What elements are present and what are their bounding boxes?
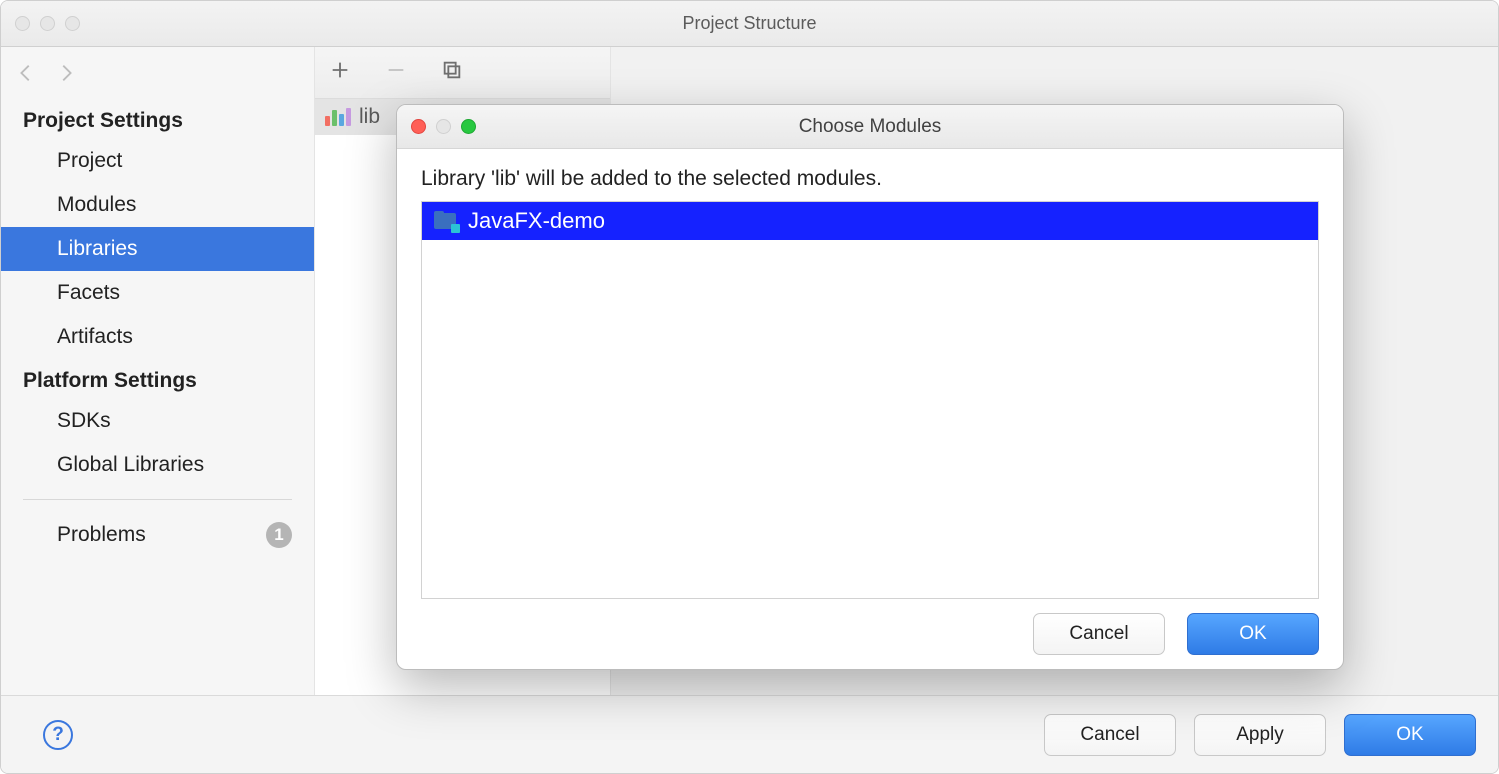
library-icon bbox=[325, 108, 351, 126]
nav-label: Problems bbox=[57, 523, 146, 547]
nav-modules[interactable]: Modules bbox=[1, 183, 314, 227]
nav-label: SDKs bbox=[57, 409, 111, 433]
dialog-minimize-icon bbox=[436, 119, 451, 134]
window-minimize-icon[interactable] bbox=[40, 16, 55, 31]
copy-icon[interactable] bbox=[441, 59, 463, 86]
problems-count-badge: 1 bbox=[266, 522, 292, 548]
dialog-zoom-icon[interactable] bbox=[461, 119, 476, 134]
dialog-footer: Cancel OK bbox=[397, 599, 1343, 669]
library-label: lib bbox=[359, 105, 380, 129]
section-project-settings: Project Settings bbox=[1, 99, 314, 139]
window-zoom-icon[interactable] bbox=[65, 16, 80, 31]
module-label: JavaFX-demo bbox=[468, 208, 605, 234]
nav-label: Artifacts bbox=[57, 325, 133, 349]
section-platform-settings: Platform Settings bbox=[1, 359, 314, 399]
window-titlebar: Project Structure bbox=[1, 1, 1498, 47]
nav-label: Global Libraries bbox=[57, 453, 204, 477]
ok-button[interactable]: OK bbox=[1344, 714, 1476, 756]
window-close-icon[interactable] bbox=[15, 16, 30, 31]
libraries-toolbar bbox=[315, 47, 610, 99]
remove-icon[interactable] bbox=[385, 59, 407, 86]
apply-button[interactable]: Apply bbox=[1194, 714, 1326, 756]
nav-facets[interactable]: Facets bbox=[1, 271, 314, 315]
dialog-title: Choose Modules bbox=[397, 116, 1343, 138]
add-icon[interactable] bbox=[329, 59, 351, 86]
window-traffic-lights bbox=[15, 16, 80, 31]
nav-label: Libraries bbox=[57, 237, 138, 261]
nav-problems[interactable]: Problems 1 bbox=[1, 512, 314, 558]
dialog-ok-button[interactable]: OK bbox=[1187, 613, 1319, 655]
dialog-body: Library 'lib' will be added to the selec… bbox=[397, 149, 1343, 599]
sidebar-nav-arrows bbox=[1, 47, 314, 99]
sidebar: Project Settings Project Modules Librari… bbox=[1, 47, 315, 695]
nav-label: Project bbox=[57, 149, 122, 173]
nav-label: Facets bbox=[57, 281, 120, 305]
module-list-item[interactable]: JavaFX-demo bbox=[422, 202, 1318, 240]
module-list[interactable]: JavaFX-demo bbox=[421, 201, 1319, 599]
dialog-message: Library 'lib' will be added to the selec… bbox=[421, 167, 1319, 191]
nav-forward-icon[interactable] bbox=[55, 62, 77, 84]
nav-artifacts[interactable]: Artifacts bbox=[1, 315, 314, 359]
nav-sdks[interactable]: SDKs bbox=[1, 399, 314, 443]
choose-modules-dialog: Choose Modules Library 'lib' will be add… bbox=[396, 104, 1344, 670]
dialog-cancel-button[interactable]: Cancel bbox=[1033, 613, 1165, 655]
nav-back-icon[interactable] bbox=[15, 62, 37, 84]
help-icon[interactable]: ? bbox=[43, 720, 73, 750]
sidebar-divider bbox=[23, 499, 292, 500]
nav-global-libraries[interactable]: Global Libraries bbox=[1, 443, 314, 487]
dialog-traffic-lights bbox=[411, 119, 476, 134]
dialog-titlebar: Choose Modules bbox=[397, 105, 1343, 149]
nav-label: Modules bbox=[57, 193, 136, 217]
nav-libraries[interactable]: Libraries bbox=[1, 227, 314, 271]
nav-project[interactable]: Project bbox=[1, 139, 314, 183]
cancel-button[interactable]: Cancel bbox=[1044, 714, 1176, 756]
dialog-close-icon[interactable] bbox=[411, 119, 426, 134]
window-title: Project Structure bbox=[1, 13, 1498, 34]
module-folder-icon bbox=[434, 211, 458, 231]
window-footer: ? Cancel Apply OK bbox=[1, 695, 1498, 773]
